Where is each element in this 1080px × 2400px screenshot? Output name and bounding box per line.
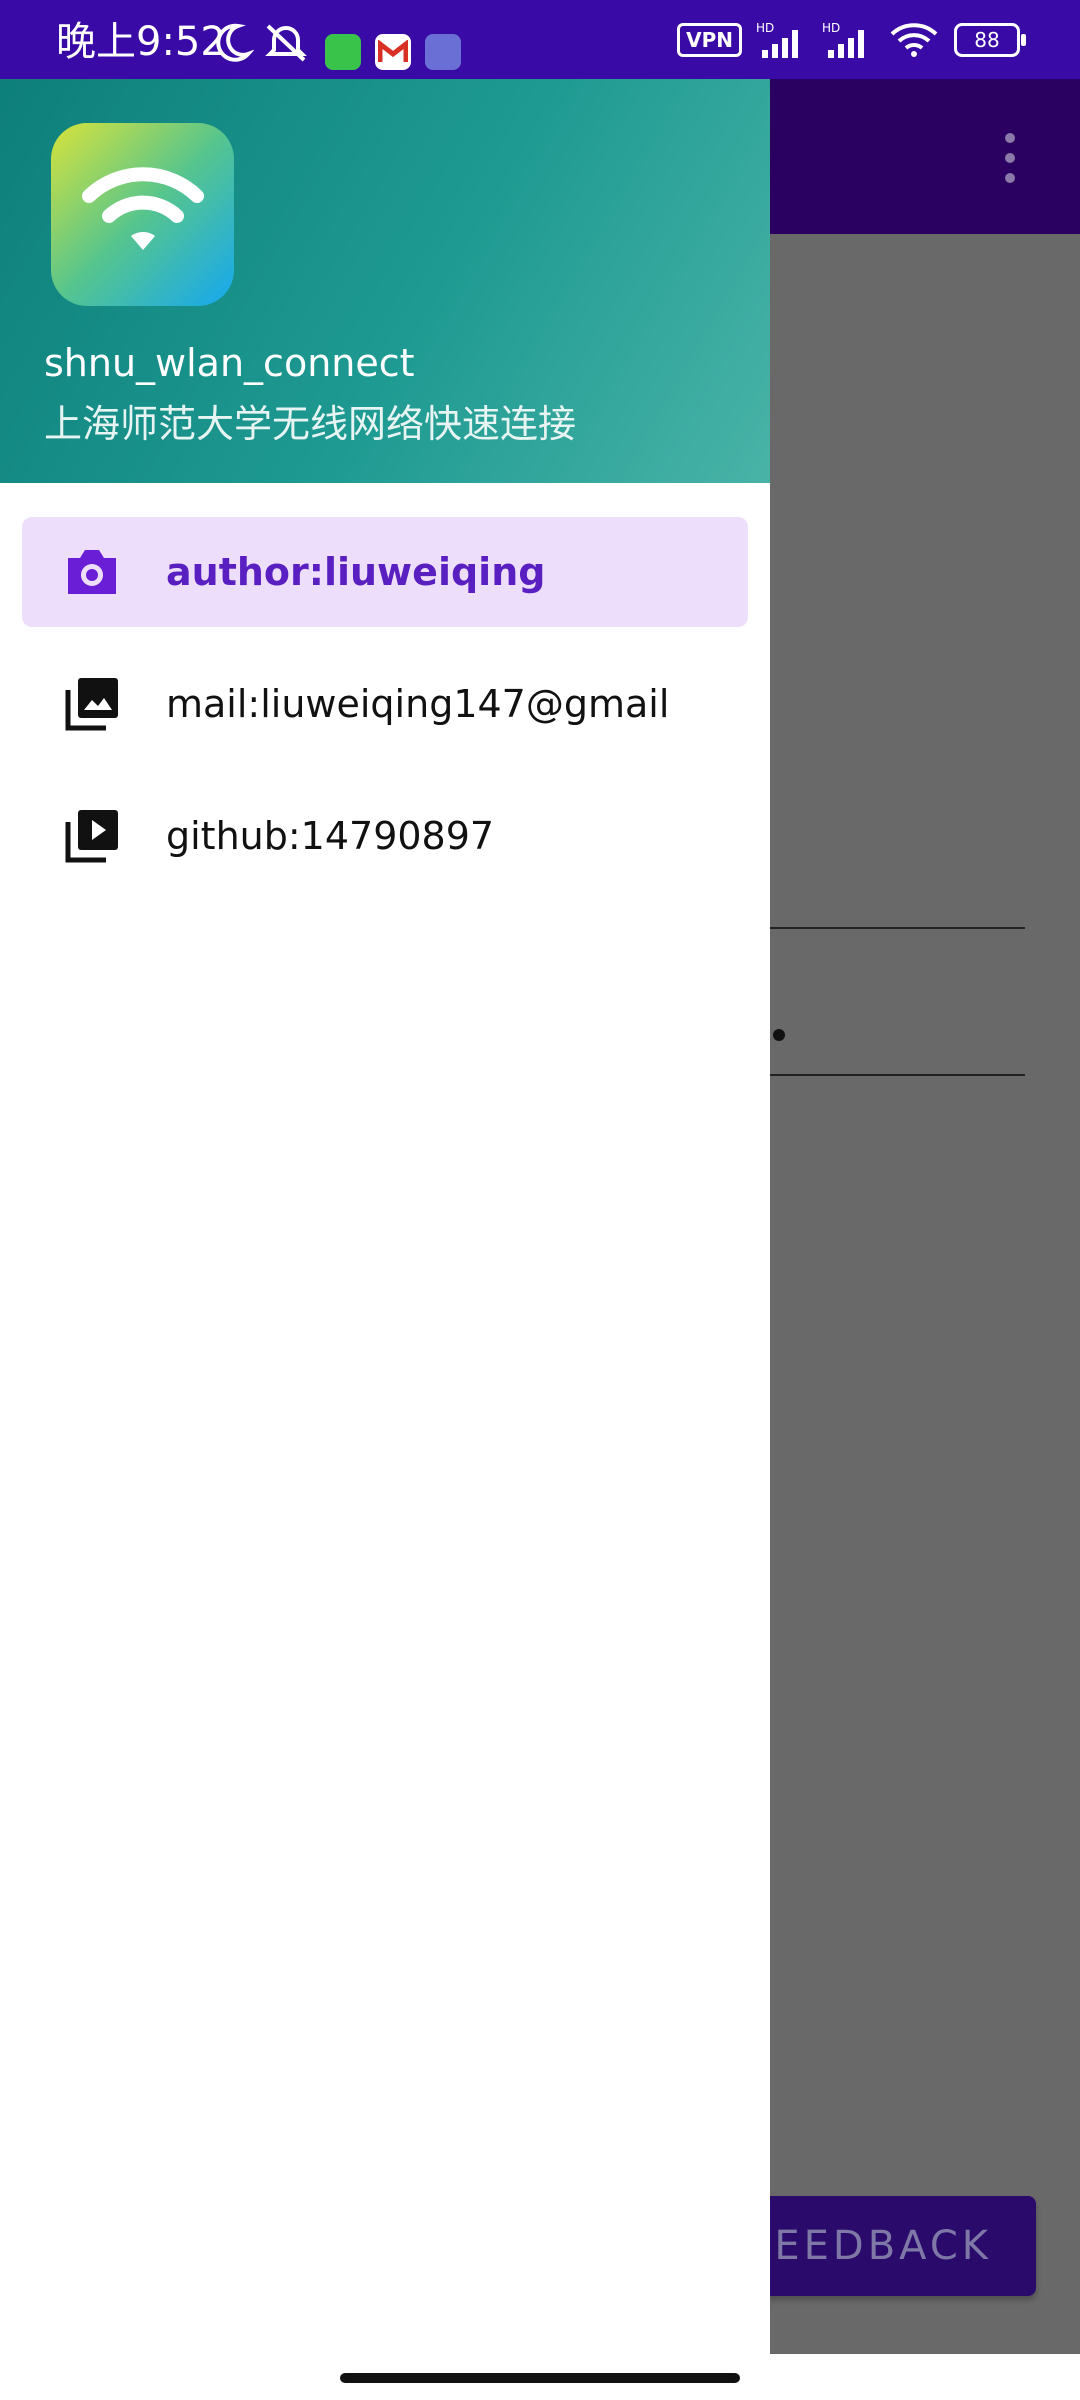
- drawer-item-label: github:14790897: [166, 814, 495, 858]
- status-right-group: VPN HD HD 88: [677, 18, 1026, 62]
- password-dot: [773, 1029, 785, 1041]
- app-notification-green-icon: [325, 34, 361, 70]
- video-library-icon: [65, 810, 118, 863]
- status-bar: 晚上9:52 VPN HD HD 88: [0, 0, 1080, 79]
- drawer-header: shnu_wlan_connect 上海师范大学无线网络快速连接: [0, 79, 770, 483]
- bell-off-icon: [265, 24, 307, 62]
- hd-signal-icon: HD: [756, 21, 798, 58]
- drawer-item-mail[interactable]: mail:liuweiqing147@gmail: [22, 649, 748, 759]
- drawer-subtitle: 上海师范大学无线网络快速连接: [44, 402, 577, 446]
- input-underline: [770, 927, 1025, 929]
- drawer-item-label: mail:liuweiqing147@gmail: [166, 682, 670, 726]
- camera-icon: [68, 550, 116, 594]
- drawer-title: shnu_wlan_connect: [44, 341, 415, 385]
- vpn-badge: VPN: [677, 23, 742, 57]
- svg-text:HD: HD: [822, 21, 840, 35]
- app-toolbar: [770, 79, 1080, 234]
- navigation-drawer: shnu_wlan_connect 上海师范大学无线网络快速连接 author:…: [0, 79, 770, 2400]
- image-icon: [65, 678, 118, 731]
- drawer-item-github[interactable]: github:14790897: [22, 781, 748, 891]
- drawer-item-label: author:liuweiqing: [166, 550, 546, 594]
- battery-icon: 88: [954, 23, 1026, 57]
- nav-bar-strip: [770, 2354, 1080, 2400]
- input-underline: [770, 1074, 1025, 1076]
- hd-signal-icon: HD: [822, 21, 864, 58]
- more-options-icon[interactable]: [1000, 130, 1020, 190]
- battery-level: 88: [974, 28, 1000, 52]
- gmail-icon: [375, 34, 411, 70]
- drawer-item-author[interactable]: author:liuweiqing: [22, 517, 748, 627]
- app-content-scrim[interactable]: [770, 79, 1080, 2400]
- feedback-button[interactable]: FEEDBACK: [740, 2196, 1036, 2296]
- app-notification-purple-icon: [425, 34, 461, 70]
- moon-icon: [216, 23, 254, 62]
- home-indicator[interactable]: [340, 2373, 740, 2383]
- wifi-icon: [890, 23, 938, 57]
- status-time: 晚上9:52: [56, 19, 226, 65]
- svg-text:HD: HD: [756, 21, 774, 35]
- app-logo-icon: [51, 123, 234, 306]
